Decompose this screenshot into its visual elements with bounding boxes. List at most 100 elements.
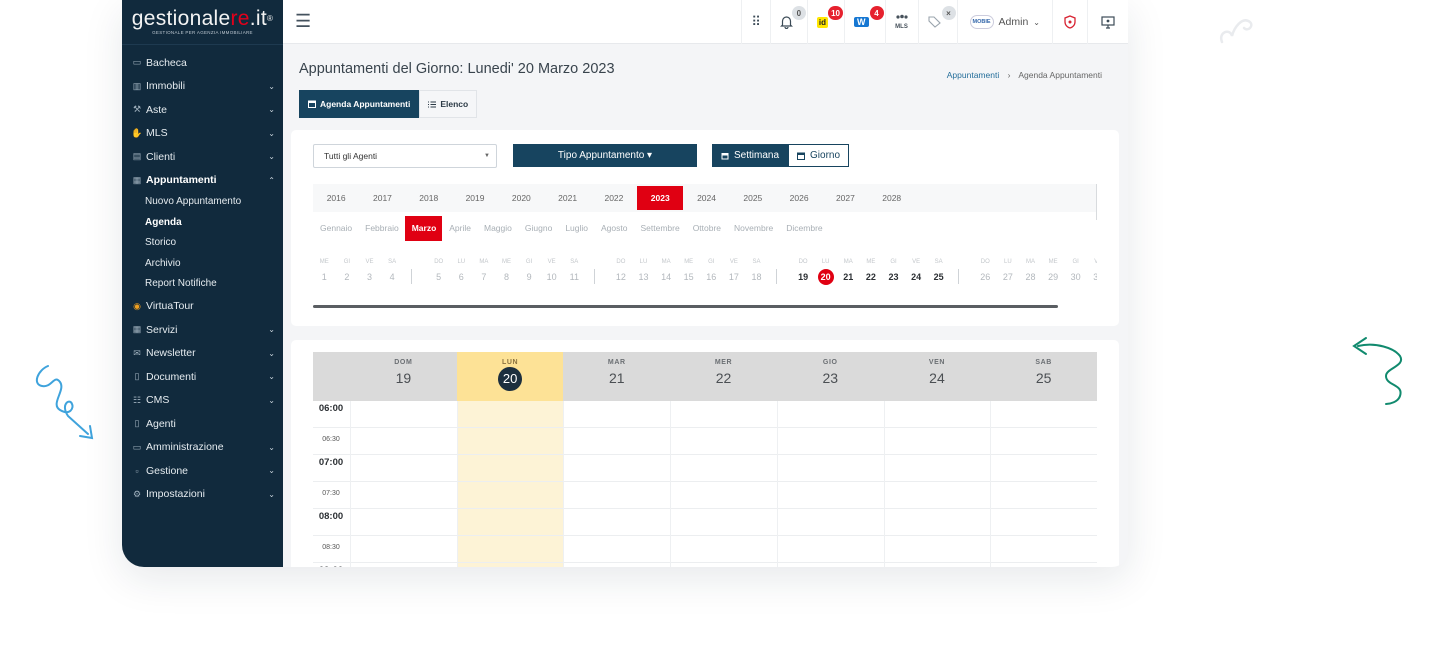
year-2016[interactable]: 2016 xyxy=(313,186,359,210)
sidebar-item-servizi[interactable]: ▦ Servizi ⌄ xyxy=(122,318,283,342)
remote-screen-button[interactable] xyxy=(1087,0,1128,44)
tipo-appuntamento-dropdown[interactable]: Tipo Appuntamento ▾ xyxy=(513,144,697,167)
logo[interactable]: gestionalere.it® GESTIONALE PER AGENZIA … xyxy=(122,0,283,45)
sidebar-item-immobili[interactable]: ▥ Immobili ⌄ xyxy=(122,75,283,99)
month-ottobre[interactable]: Ottobre xyxy=(686,216,727,241)
sidebar-item-newsletter[interactable]: ✉ Newsletter ⌄ xyxy=(122,342,283,366)
sidebar-item-appuntamenti[interactable]: ▦ Appuntamenti ⌃ xyxy=(122,169,283,193)
security-button[interactable] xyxy=(1052,0,1087,44)
day-29[interactable]: ME 29 xyxy=(1042,256,1065,286)
month-aprile[interactable]: Aprile xyxy=(442,216,477,241)
day-5[interactable]: DO 5 xyxy=(427,256,450,286)
sidebar-subitem-nuovo-appuntamento[interactable]: Nuovo Appuntamento xyxy=(122,192,283,213)
year-2020[interactable]: 2020 xyxy=(498,186,544,210)
sidebar-subitem-archivio[interactable]: Archivio xyxy=(122,254,283,275)
breadcrumb-appuntamenti-link[interactable]: Appuntamenti xyxy=(947,70,999,80)
menu-toggle-icon[interactable]: ☰ xyxy=(295,11,311,32)
day-26[interactable]: DO 26 xyxy=(974,256,997,286)
time-slot-0730[interactable]: 07:30 xyxy=(313,482,1097,509)
day-header-dom[interactable]: DOM 19 xyxy=(350,352,457,401)
day-21[interactable]: MA 21 xyxy=(837,256,860,286)
tags-button[interactable]: × xyxy=(917,0,957,44)
year-2023[interactable]: 2023 xyxy=(637,186,684,210)
day-23[interactable]: GI 23 xyxy=(882,256,905,286)
month-gennaio[interactable]: Gennaio xyxy=(313,216,358,241)
day-18[interactable]: SA 18 xyxy=(745,256,768,286)
sidebar-item-gestione[interactable]: ▫ Gestione ⌄ xyxy=(122,459,283,483)
day-27[interactable]: LU 27 xyxy=(997,256,1020,286)
day-11[interactable]: SA 11 xyxy=(563,256,586,286)
apps-button[interactable]: ⠿ xyxy=(741,0,770,44)
sidebar-subitem-storico[interactable]: Storico xyxy=(122,233,283,254)
sidebar-item-clienti[interactable]: ▤ Clienti ⌄ xyxy=(122,145,283,169)
mls-button[interactable]: MLS xyxy=(884,0,918,44)
day-28[interactable]: MA 28 xyxy=(1019,256,1042,286)
year-2017[interactable]: 2017 xyxy=(359,186,405,210)
sidebar-item-cms[interactable]: ☷ CMS ⌄ xyxy=(122,389,283,413)
month-febbraio[interactable]: Febbraio xyxy=(358,216,405,241)
day-24[interactable]: VE 24 xyxy=(905,256,928,286)
time-slot-0830[interactable]: 08:30 xyxy=(313,536,1097,563)
sidebar-item-bacheca[interactable]: ▭ Bacheca xyxy=(122,51,283,75)
month-agosto[interactable]: Agosto xyxy=(594,216,633,241)
year-2024[interactable]: 2024 xyxy=(683,186,729,210)
day-1[interactable]: ME 1 xyxy=(313,256,336,286)
month-giugno[interactable]: Giugno xyxy=(518,216,558,241)
year-2026[interactable]: 2026 xyxy=(776,186,822,210)
settimana-button[interactable]: Settimana xyxy=(712,144,789,167)
day-12[interactable]: DO 12 xyxy=(610,256,633,286)
sidebar-subitem-agenda[interactable]: Agenda xyxy=(122,213,283,234)
sidebar-item-amministrazione[interactable]: ▭ Amministrazione ⌄ xyxy=(122,436,283,460)
day-6[interactable]: LU 6 xyxy=(450,256,473,286)
day-header-mer[interactable]: MER 22 xyxy=(670,352,777,401)
month-maggio[interactable]: Maggio xyxy=(477,216,518,241)
day-22[interactable]: ME 22 xyxy=(860,256,883,286)
day-header-gio[interactable]: GIO 23 xyxy=(777,352,884,401)
day-7[interactable]: MA 7 xyxy=(473,256,496,286)
year-2019[interactable]: 2019 xyxy=(452,186,498,210)
sidebar-subitem-report-notifiche[interactable]: Report Notifiche xyxy=(122,274,283,295)
day-strip-scrollbar[interactable] xyxy=(313,305,1058,308)
day-4[interactable]: SA 4 xyxy=(381,256,404,286)
time-slot-0630[interactable]: 06:30 xyxy=(313,428,1097,455)
year-2018[interactable]: 2018 xyxy=(406,186,452,210)
day-19[interactable]: DO 19 xyxy=(792,256,815,286)
day-8[interactable]: ME 8 xyxy=(495,256,518,286)
day-header-sab[interactable]: SAB 25 xyxy=(990,352,1097,401)
time-slot-0700[interactable]: 07:00 xyxy=(313,455,1097,482)
sidebar-item-mls[interactable]: ✋ MLS ⌄ xyxy=(122,122,283,146)
day-10[interactable]: VE 10 xyxy=(540,256,563,286)
time-slot-0600[interactable]: 06:00 xyxy=(313,401,1097,428)
day-17[interactable]: VE 17 xyxy=(723,256,746,286)
time-slot-0800[interactable]: 08:00 xyxy=(313,509,1097,536)
month-settembre[interactable]: Settembre xyxy=(633,216,685,241)
day-header-ven[interactable]: VEN 24 xyxy=(884,352,991,401)
year-2028[interactable]: 2028 xyxy=(869,186,915,210)
month-luglio[interactable]: Luglio xyxy=(558,216,594,241)
month-marzo[interactable]: Marzo xyxy=(404,216,443,241)
month-novembre[interactable]: Novembre xyxy=(727,216,779,241)
agent-select[interactable]: Tutti gli Agenti ▼ xyxy=(313,144,497,168)
day-2[interactable]: GI 2 xyxy=(336,256,359,286)
sidebar-item-aste[interactable]: ⚒ Aste ⌄ xyxy=(122,98,283,122)
day-9[interactable]: GI 9 xyxy=(518,256,541,286)
sidebar-item-virtuatour[interactable]: ◉ VirtuaTour xyxy=(122,295,283,319)
year-2021[interactable]: 2021 xyxy=(544,186,590,210)
day-3[interactable]: VE 3 xyxy=(358,256,381,286)
tab-agenda-appuntamenti[interactable]: Agenda Appuntamenti xyxy=(299,90,420,118)
giorno-button[interactable]: Giorno xyxy=(788,144,850,167)
day-25[interactable]: SA 25 xyxy=(927,256,950,286)
day-header-mar[interactable]: MAR 21 xyxy=(563,352,670,401)
tab-elenco[interactable]: Elenco xyxy=(419,90,478,118)
admin-menu[interactable]: MOBIE Admin ⌄ xyxy=(956,0,1053,44)
day-31[interactable]: VE 31 xyxy=(1087,256,1097,286)
w-portal-button[interactable]: W 4 xyxy=(844,0,885,44)
day-13[interactable]: LU 13 xyxy=(632,256,655,286)
year-2025[interactable]: 2025 xyxy=(730,186,776,210)
month-dicembre[interactable]: Dicembre xyxy=(779,216,828,241)
day-14[interactable]: MA 14 xyxy=(655,256,678,286)
sidebar-item-agenti[interactable]: ▯ Agenti xyxy=(122,412,283,436)
idealista-button[interactable]: id 10 xyxy=(806,0,844,44)
day-15[interactable]: ME 15 xyxy=(677,256,700,286)
day-16[interactable]: GI 16 xyxy=(700,256,723,286)
